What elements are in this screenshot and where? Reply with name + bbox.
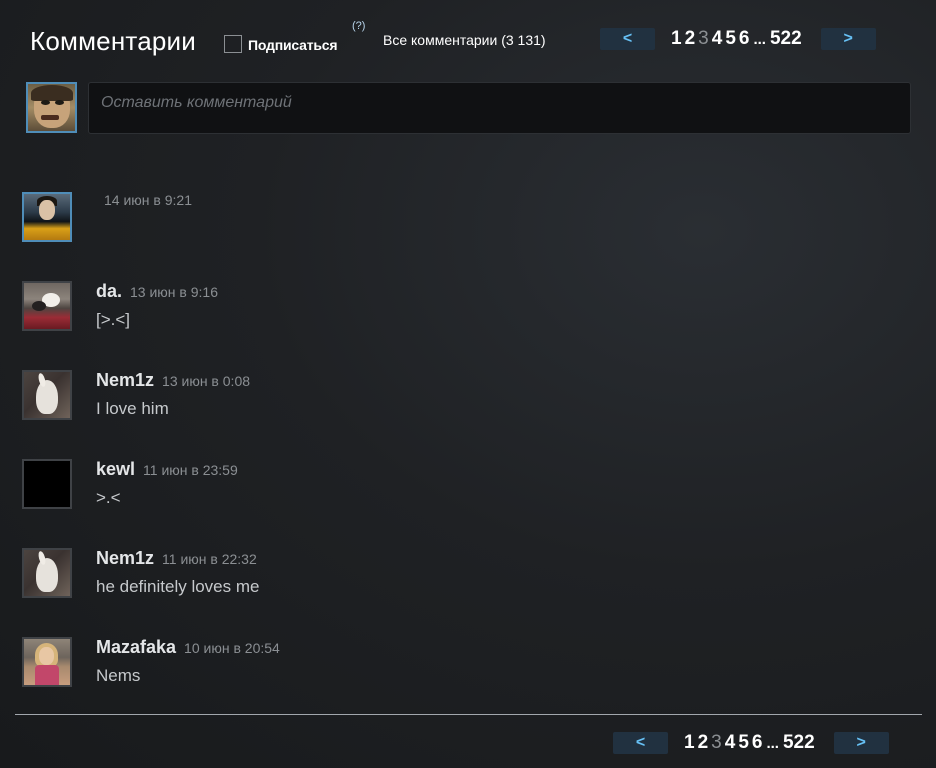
user-avatar-suit-icon[interactable] [22,192,72,242]
current-user-avatar[interactable] [26,82,77,133]
comment-item: Nem1z 11 июн в 22:32 he definitely loves… [22,548,902,608]
page-title: Комментарии [30,26,196,56]
comment-text: he definitely loves me [96,577,260,596]
page-link[interactable]: 1 [671,28,682,50]
prev-page-button[interactable]: < [613,732,668,754]
subscribe-toggle[interactable]: Подписаться [224,32,338,53]
comment-timestamp: 13 июн в 9:16 [130,284,218,300]
comment-timestamp: 10 июн в 20:54 [184,640,280,656]
comment-timestamp: 11 июн в 22:32 [162,551,257,567]
user-avatar-rabbit-icon[interactable] [22,548,72,598]
comment-author[interactable]: kewl [96,459,135,480]
page-link-last[interactable]: 522 [770,28,802,50]
comment-text: I love him [96,399,169,418]
help-link[interactable]: (?) [352,20,365,32]
pagination-top: < 1 2 3 4 5 6 ... 522 > [600,28,876,50]
prev-page-button[interactable]: < [600,28,655,50]
comment-timestamp: 11 июн в 23:59 [143,462,238,478]
comment-item: Nem1z 13 июн в 0:08 I love him [22,370,902,430]
comment-text: >.< [96,488,121,507]
comment-input[interactable]: Оставить комментарий [88,82,911,134]
current-page: 3 [698,28,709,49]
page-link[interactable]: 2 [685,28,696,50]
page-link[interactable]: 4 [712,28,723,50]
page-link[interactable]: 5 [738,732,749,754]
comment-item: kewl 11 июн в 23:59 >.< [22,459,902,519]
current-page: 3 [711,732,722,753]
footer-divider [15,714,922,715]
comment-author[interactable]: Nem1z [96,370,154,391]
user-avatar-rabbit-icon[interactable] [22,370,72,420]
user-avatar-black-icon[interactable] [22,459,72,509]
page-link[interactable]: 6 [752,732,763,754]
subscribe-label[interactable]: Подписаться [248,34,338,53]
comment-author[interactable]: Nem1z [96,548,154,569]
page-list: 1 2 3 4 5 6 ... 522 [684,732,818,754]
page-ellipsis: ... [753,30,766,48]
comment-author[interactable]: Mazafaka [96,637,176,658]
next-page-button[interactable]: > [820,28,876,50]
user-avatar-cat-icon[interactable] [22,281,72,331]
comment-item: da. 13 июн в 9:16 [>.<] [22,281,902,341]
page-link-last[interactable]: 522 [783,732,815,754]
user-avatar-girl-icon[interactable] [22,637,72,687]
pagination-bottom: < 1 2 3 4 5 6 ... 522 > [613,732,889,754]
subscribe-checkbox[interactable] [224,35,242,53]
comment-timestamp: 13 июн в 0:08 [162,373,251,389]
page-link[interactable]: 4 [725,732,736,754]
comment-text: [>.<] [96,310,131,329]
page-link[interactable]: 2 [698,732,709,754]
page-link[interactable]: 6 [739,28,750,50]
page-link[interactable]: 5 [725,28,736,50]
comment-item: Mazafaka 10 июн в 20:54 Nems [22,637,902,697]
comment-timestamp: 14 июн в 9:21 [104,192,192,208]
comment-item: 14 июн в 9:21 [22,192,902,252]
page-ellipsis: ... [766,734,779,752]
comments-header: Комментарии Подписаться (?) Все коммента… [0,0,936,80]
next-page-button[interactable]: > [833,732,889,754]
comment-author[interactable]: da. [96,281,122,302]
all-comments-link[interactable]: Все комментарии (3 131) [383,32,546,48]
page-link[interactable]: 1 [684,732,695,754]
page-list: 1 2 3 4 5 6 ... 522 [671,28,805,50]
comment-text: Nems [96,666,141,685]
